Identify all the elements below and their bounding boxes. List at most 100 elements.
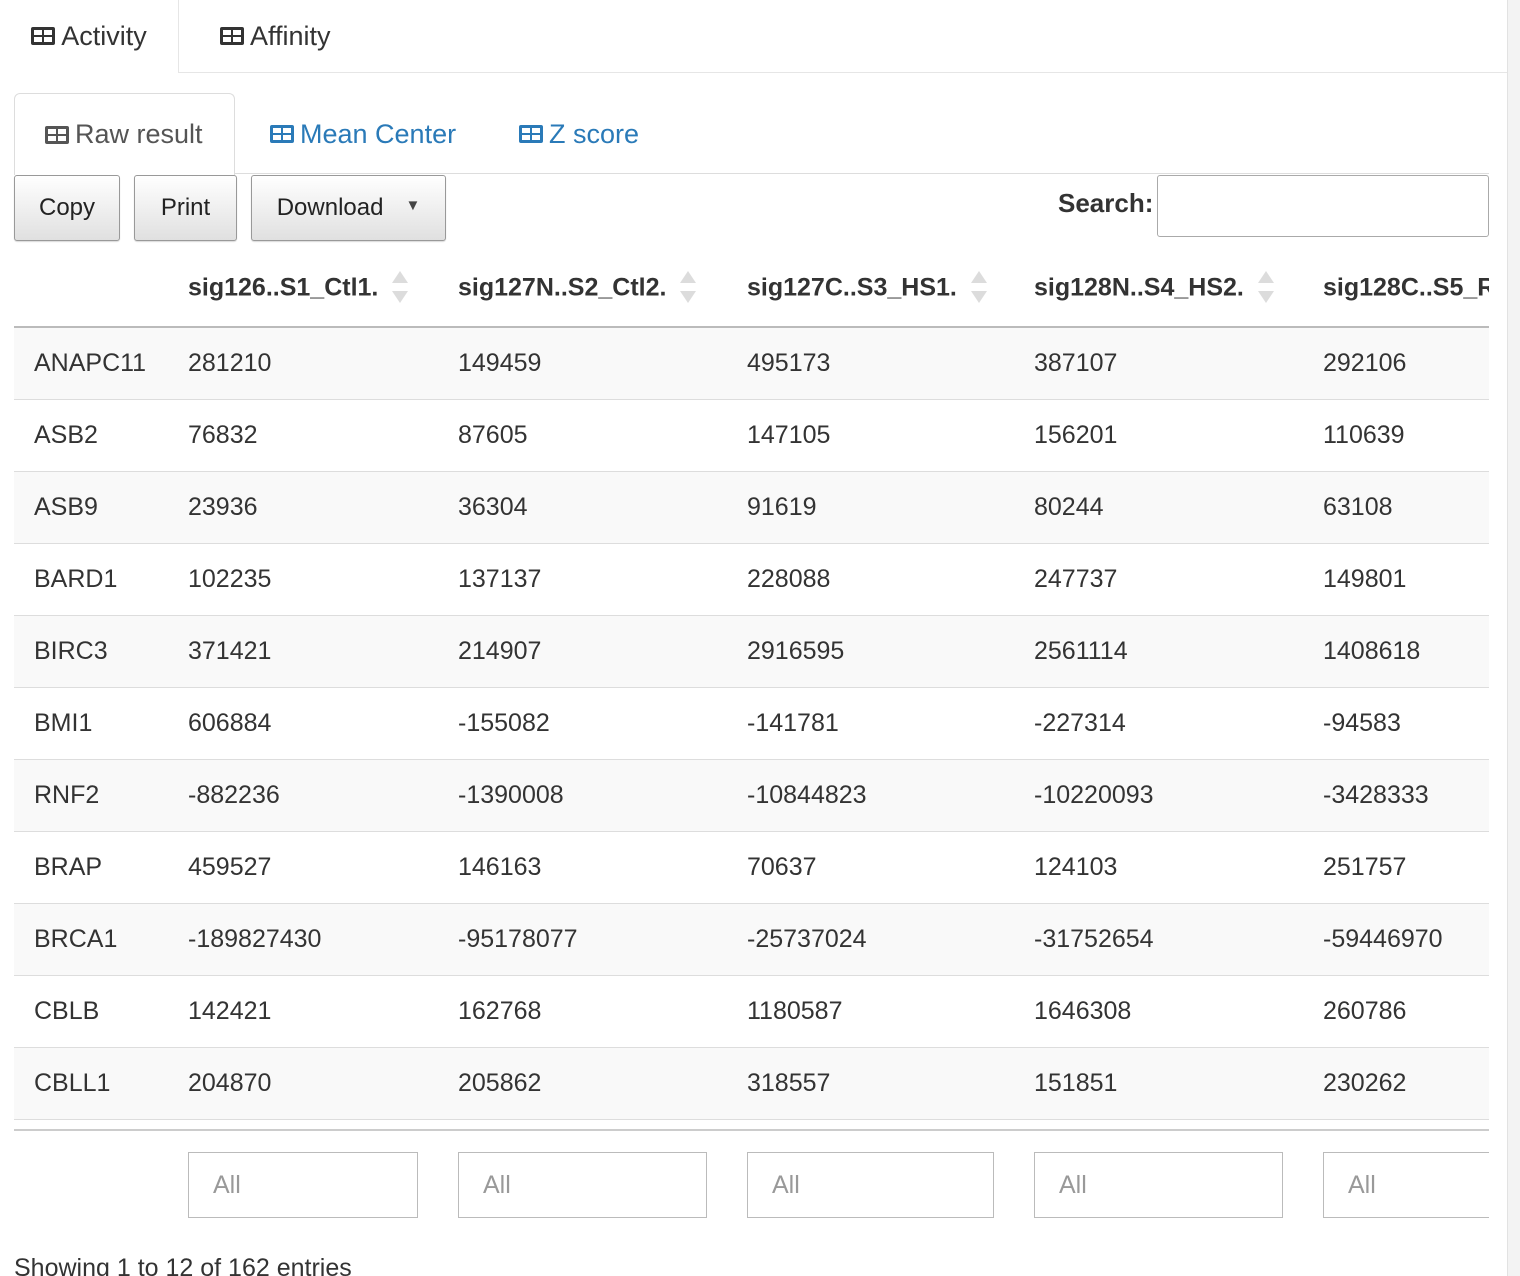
row-label-cell: ASB9 — [14, 471, 168, 544]
download-button[interactable]: Download ▼ — [251, 175, 446, 241]
table-cell: 36304 — [438, 471, 727, 544]
search-label: Search: — [1058, 188, 1154, 218]
table-row: CBLL1 204870 205862 318557 151851 230262 — [14, 1047, 1489, 1120]
page: Activity Affinity Raw result Mean Center… — [0, 0, 1520, 1276]
column-filter-input[interactable]: All — [188, 1152, 418, 1218]
table-cell: 76832 — [168, 399, 438, 472]
sort-icon — [1257, 271, 1274, 303]
column-header[interactable]: sig128C..S5_R — [1303, 252, 1489, 328]
copy-button[interactable]: Copy — [14, 175, 120, 241]
table-cell: -1390008 — [438, 759, 727, 832]
table-cell: 87605 — [438, 399, 727, 472]
sub-tab-bar: Raw result Mean Center Z score — [14, 93, 1489, 175]
tab-affinity-label: Affinity — [250, 20, 331, 51]
column-header[interactable]: sig126..S1_Ctl1. — [168, 252, 438, 328]
column-header[interactable]: sig127C..S3_HS1. — [727, 252, 1014, 328]
sort-icon — [970, 271, 987, 303]
table-cell: 260786 — [1303, 975, 1489, 1048]
column-header-label: sig128C..S5_R — [1323, 273, 1489, 302]
search-input[interactable] — [1157, 175, 1489, 237]
tab-mean-center-label: Mean Center — [300, 118, 457, 149]
column-filter-input[interactable]: All — [1034, 1152, 1283, 1218]
table-cell: 292106 — [1303, 327, 1489, 400]
column-filter-input[interactable]: All — [1323, 1152, 1489, 1218]
table-cell: 151851 — [1014, 1047, 1303, 1120]
row-label-cell: BRAP — [14, 831, 168, 904]
table-cell: -59446970 — [1303, 903, 1489, 976]
column-header[interactable]: sig127N..S2_Ctl2. — [438, 252, 727, 328]
table-cell: 162768 — [438, 975, 727, 1048]
tab-activity-label: Activity — [61, 20, 147, 51]
table-info: Showing 1 to 12 of 162 entries — [14, 1254, 352, 1276]
tab-raw-result[interactable]: Raw result — [14, 93, 235, 175]
table-cell: 247737 — [1014, 543, 1303, 616]
table-cell: 63108 — [1303, 471, 1489, 544]
tab-raw-result-label: Raw result — [75, 119, 203, 149]
print-button-label: Print — [160, 194, 211, 221]
table-cell: -95178077 — [438, 903, 727, 976]
table-row: BRAP 459527 146163 70637 124103 251757 — [14, 831, 1489, 904]
tab-activity[interactable]: Activity — [0, 0, 179, 72]
table-cell: -227314 — [1014, 687, 1303, 760]
table-cell: -10844823 — [727, 759, 1014, 832]
table-cell: 102235 — [168, 543, 438, 616]
sort-icon — [680, 271, 697, 303]
data-table: sig126..S1_Ctl1. sig127N..S2_Ctl2. sig12… — [14, 252, 1489, 1120]
table-cell: 70637 — [727, 831, 1014, 904]
table-cell: 23936 — [168, 471, 438, 544]
column-filter-row: All All All All All — [14, 1129, 1489, 1231]
table-body: ANAPC11 281210 149459 495173 387107 292106 ASB… — [14, 327, 1489, 1120]
table-cell: 387107 — [1014, 327, 1303, 400]
table-cell: 281210 — [168, 327, 438, 400]
row-label-cell: CBLL1 — [14, 1047, 168, 1120]
table-row: ASB2 76832 87605 147105 156201 110639 — [14, 399, 1489, 472]
row-label-cell: RNF2 — [14, 759, 168, 832]
table-cell: 214907 — [438, 615, 727, 688]
column-header-label: sig128N..S4_HS2. — [1034, 273, 1244, 302]
table-icon — [270, 125, 294, 143]
row-label-cell: BMI1 — [14, 687, 168, 760]
table-cell: 459527 — [168, 831, 438, 904]
table-icon — [45, 125, 69, 144]
table-cell: 149459 — [438, 327, 727, 400]
tab-z-score-label: Z score — [549, 118, 640, 149]
table-cell: 2561114 — [1014, 615, 1303, 688]
table-cell: 205862 — [438, 1047, 727, 1120]
column-filter-input[interactable]: All — [458, 1152, 707, 1218]
table-cell: 80244 — [1014, 471, 1303, 544]
filter-placeholder: All — [483, 1170, 511, 1199]
table-cell: 156201 — [1014, 399, 1303, 472]
row-label-cell: ASB2 — [14, 399, 168, 472]
column-header-label: sig127C..S3_HS1. — [747, 273, 957, 302]
table-cell: 371421 — [168, 615, 438, 688]
table-row: ANAPC11 281210 149459 495173 387107 292106 — [14, 327, 1489, 400]
column-header[interactable]: sig128N..S4_HS2. — [1014, 252, 1303, 328]
filter-placeholder: All — [772, 1170, 800, 1199]
table-row: BRCA1 -189827430 -95178077 -25737024 -317526… — [14, 903, 1489, 976]
sort-icon — [392, 271, 409, 303]
tab-z-score[interactable]: Z score — [519, 93, 639, 175]
table-row: CBLB 142421 162768 1180587 1646308 260786 — [14, 975, 1489, 1048]
column-filter-input[interactable]: All — [747, 1152, 994, 1218]
table-cell: 91619 — [727, 471, 1014, 544]
table-cell: 1646308 — [1014, 975, 1303, 1048]
table-row: BIRC3 371421 214907 2916595 2561114 1408618 — [14, 615, 1489, 688]
top-tab-divider — [178, 72, 1508, 73]
table-cell: 142421 — [168, 975, 438, 1048]
table-cell: -155082 — [438, 687, 727, 760]
tab-mean-center[interactable]: Mean Center — [270, 93, 456, 175]
table-cell: 110639 — [1303, 399, 1489, 472]
tab-affinity[interactable]: Affinity — [220, 0, 331, 72]
scrollbar[interactable] — [1507, 0, 1520, 1276]
table-cell: 251757 — [1303, 831, 1489, 904]
table-cell: 228088 — [727, 543, 1014, 616]
filter-placeholder: All — [1059, 1170, 1087, 1199]
table-cell: 147105 — [727, 399, 1014, 472]
table-icon — [220, 27, 244, 45]
table-cell: 230262 — [1303, 1047, 1489, 1120]
table-cell: -189827430 — [168, 903, 438, 976]
print-button[interactable]: Print — [134, 175, 237, 241]
table-cell: 318557 — [727, 1047, 1014, 1120]
row-label-cell: ANAPC11 — [14, 327, 168, 400]
table-cell: 495173 — [727, 327, 1014, 400]
